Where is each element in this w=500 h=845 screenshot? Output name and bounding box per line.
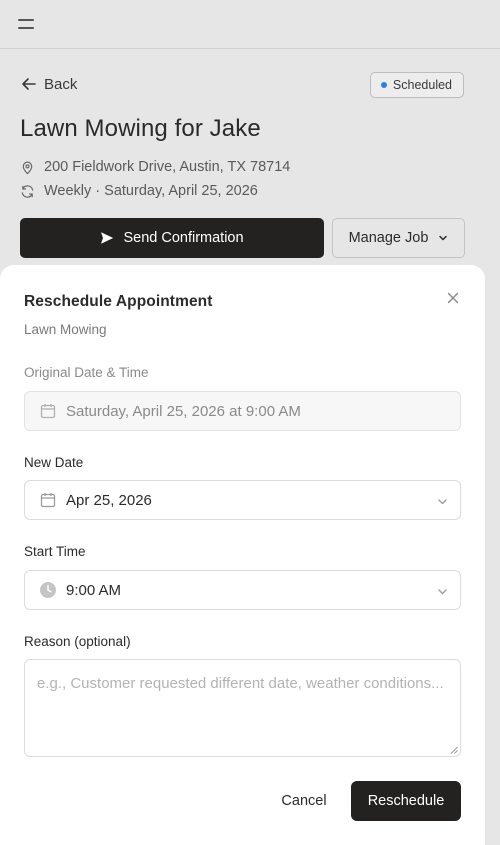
- start-time-value: 9:00 AM: [66, 581, 122, 599]
- repeat-icon: [21, 184, 34, 198]
- new-date-select[interactable]: Apr 25, 2026: [24, 480, 461, 520]
- reason-label: Reason (optional): [24, 634, 131, 649]
- send-confirmation-label: Send Confirmation: [123, 230, 244, 246]
- chevron-down-icon: [438, 499, 447, 505]
- chevron-down-icon: [439, 235, 448, 241]
- modal-title: Reschedule Appointment: [24, 293, 213, 310]
- status-dot-icon: [380, 82, 387, 88]
- job-address-text: 200 Fieldwork Drive, Austin, TX 78714: [44, 159, 291, 175]
- new-date-value: Apr 25, 2026: [66, 491, 152, 509]
- start-time-label: Start Time: [24, 544, 86, 559]
- original-date-field: Saturday, April 25, 2026 at 9:00 AM: [24, 391, 461, 431]
- manage-job-button[interactable]: Manage Job: [332, 218, 465, 258]
- new-date-label: New Date: [24, 455, 84, 470]
- modal-subtitle: Lawn Mowing: [24, 322, 107, 337]
- back-button[interactable]: Back: [20, 75, 77, 93]
- top-bar: [0, 0, 500, 49]
- status-label: Scheduled: [392, 78, 452, 92]
- reason-placeholder: e.g., Customer requested different date,…: [37, 675, 444, 692]
- send-confirmation-button[interactable]: Send Confirmation: [20, 218, 324, 258]
- arrow-left-icon: [22, 78, 36, 90]
- chevron-down-icon: [438, 589, 447, 595]
- cancel-button[interactable]: Cancel: [268, 781, 340, 821]
- reason-textarea[interactable]: e.g., Customer requested different date,…: [24, 659, 461, 757]
- menu-icon[interactable]: [18, 17, 36, 31]
- status-badge: Scheduled: [369, 72, 464, 98]
- start-time-select[interactable]: 9:00 AM: [24, 570, 461, 610]
- resize-handle-icon[interactable]: [450, 746, 458, 754]
- send-icon: [101, 232, 114, 244]
- reschedule-modal: Reschedule Appointment Lawn Mowing Origi…: [0, 265, 485, 845]
- reschedule-button[interactable]: Reschedule: [351, 781, 461, 821]
- close-icon: [447, 292, 459, 304]
- job-schedule: Weekly · Saturday, April 25, 2026: [20, 183, 258, 199]
- close-button[interactable]: [445, 290, 461, 306]
- back-label: Back: [44, 75, 78, 93]
- page-title: Lawn Mowing for Jake: [20, 115, 261, 142]
- calendar-icon: [40, 404, 56, 419]
- job-schedule-text: Weekly · Saturday, April 25, 2026: [44, 183, 258, 199]
- original-date-label: Original Date & Time: [24, 365, 149, 380]
- job-address: 200 Fieldwork Drive, Austin, TX 78714: [20, 159, 290, 175]
- manage-job-label: Manage Job: [348, 230, 429, 246]
- clock-icon: [40, 582, 56, 598]
- calendar-icon: [40, 493, 56, 508]
- map-pin-icon: [22, 161, 33, 174]
- original-date-value: Saturday, April 25, 2026 at 9:00 AM: [66, 402, 301, 420]
